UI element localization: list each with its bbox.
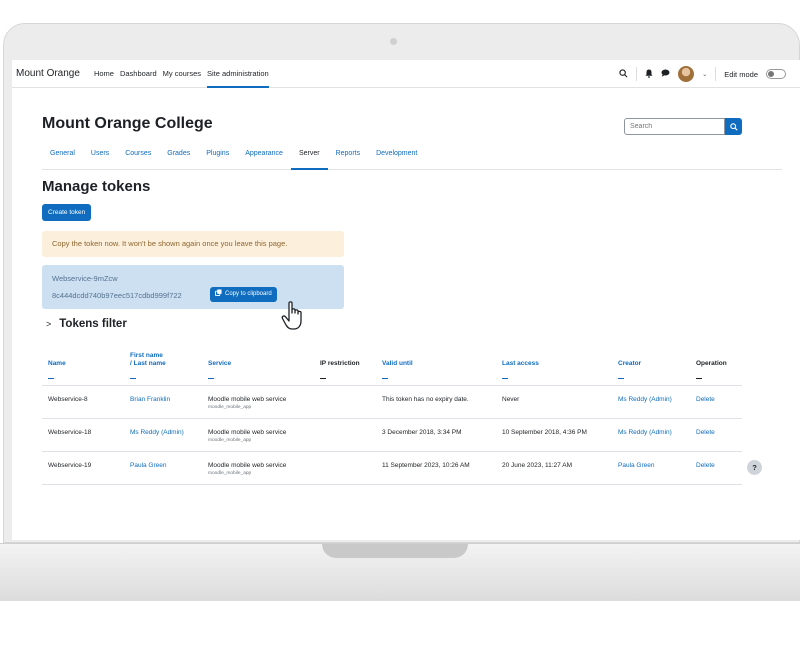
edit-mode-label: Edit mode [724,69,758,79]
sort-indicator [130,378,136,379]
sort-indicator [502,378,508,379]
sort-indicator [696,378,702,379]
copy-button-label: Copy to clipboard [225,291,272,297]
nav-site-administration[interactable]: Site administration [207,60,269,88]
copy-icon [215,287,222,302]
token-name: Webservice-9mZcw [52,274,118,283]
navbar-divider [636,67,638,81]
sort-indicator [320,378,326,379]
tokens-filter-heading: Tokens filter [59,318,127,330]
user-avatar[interactable] [678,66,695,82]
header-last-access[interactable]: Last access [502,360,539,368]
create-token-button[interactable]: Create token [42,204,92,221]
header-creator[interactable]: Creator [618,360,641,368]
laptop-notch [322,544,468,558]
last-access-cell: Never [502,396,520,403]
site-title: Mount Orange College [42,115,213,132]
chat-icon[interactable] [661,69,670,79]
creator-link[interactable]: Ms Reddy (Admin) [618,429,672,436]
token-warning-alert: Copy the token now. It won't be shown ag… [42,231,344,257]
service-shortname: moodle_mobile_app [208,438,252,443]
chevron-down-icon[interactable]: ⌄ [702,71,707,78]
header-last-name: / Last name [130,360,166,367]
table-row: Webservice-18 Ms Reddy (Admin) Moodle mo… [42,419,742,452]
header-first-name: First name [130,352,163,359]
user-link[interactable]: Paula Green [130,462,167,469]
creator-link[interactable]: Paula Green [618,462,655,469]
tab-development[interactable]: Development [368,144,425,170]
header-service[interactable]: Service [208,360,231,368]
search-input[interactable] [624,118,725,135]
page-title: Manage tokens [42,178,151,195]
user-link[interactable]: Brian Franklin [130,396,170,403]
service-name: Moodle mobile web service [208,462,287,469]
help-button[interactable]: ? [747,460,762,475]
edit-mode-toggle[interactable] [766,69,786,79]
table-row: Webservice-8 Brian Franklin Moodle mobil… [42,386,742,419]
sort-indicator [208,378,214,379]
sort-indicator [618,378,624,379]
token-name-cell: Webservice-8 [48,396,88,403]
tab-grades[interactable]: Grades [159,144,198,170]
nav-home[interactable]: Home [94,60,114,88]
delete-link[interactable]: Delete [696,462,715,469]
navbar-right: ⌄ Edit mode [619,60,786,88]
header-operation: Operation [696,360,727,367]
tab-plugins[interactable]: Plugins [198,144,237,170]
service-name: Moodle mobile web service [208,396,287,403]
course-search [624,118,742,135]
admin-tabs: General Users Courses Grades Plugins App… [42,144,782,170]
camera-dot [390,38,397,45]
sort-indicator [382,378,388,379]
chevron-right-icon: > [46,319,52,329]
token-name-cell: Webservice-18 [48,429,92,436]
service-cell: Moodle mobile web service moodle_mobile_… [208,462,286,476]
last-access-cell: 10 September 2018, 4:36 PM [502,429,587,436]
service-cell: Moodle mobile web service moodle_mobile_… [208,429,286,443]
nav-dashboard[interactable]: Dashboard [120,60,157,88]
search-button[interactable] [725,118,742,135]
nav-my-courses[interactable]: My courses [163,60,201,88]
header-name[interactable]: Name [48,360,66,368]
delete-link[interactable]: Delete [696,396,715,403]
top-navbar: Mount Orange Home Dashboard My courses S… [12,60,800,88]
navbar-divider [715,67,717,81]
header-ip-restriction: IP restriction [320,360,360,367]
valid-until-cell: This token has no expiry date. [382,396,469,403]
hand-pointer-icon [281,301,302,330]
brand-name[interactable]: Mount Orange [16,68,80,79]
table-header: Name First name / Last name Service IP r… [42,350,742,386]
header-first-last-name[interactable]: First name / Last name [130,352,166,368]
table-row: Webservice-19 Paula Green Moodle mobile … [42,452,742,485]
tab-server[interactable]: Server [290,144,328,170]
tab-general[interactable]: General [42,144,83,170]
service-shortname: moodle_mobile_app [208,471,252,476]
laptop-base [0,543,800,601]
tokens-table: Name First name / Last name Service IP r… [42,350,742,485]
search-icon[interactable] [619,68,628,80]
delete-link[interactable]: Delete [696,429,715,436]
creator-link[interactable]: Ms Reddy (Admin) [618,396,672,403]
service-cell: Moodle mobile web service moodle_mobile_… [208,396,286,410]
tab-reports[interactable]: Reports [328,144,369,170]
valid-until-cell: 3 December 2018, 3:34 PM [382,429,462,436]
laptop-screen: Mount Orange Home Dashboard My courses S… [12,60,800,540]
tokens-filter-toggle[interactable]: > Tokens filter [46,318,127,330]
service-shortname: moodle_mobile_app [208,405,252,410]
tab-courses[interactable]: Courses [117,144,159,170]
tab-appearance[interactable]: Appearance [237,144,291,170]
token-name-cell: Webservice-19 [48,462,92,469]
sort-indicator [48,378,54,379]
valid-until-cell: 11 September 2023, 10:26 AM [382,462,470,469]
last-access-cell: 20 June 2023, 11:27 AM [502,462,572,469]
token-value: 8c444dcdd740b97eec517cdbd999f722 [52,291,182,300]
service-name: Moodle mobile web service [208,429,287,436]
bell-icon[interactable] [645,69,653,80]
header-valid-until[interactable]: Valid until [382,360,413,368]
copy-to-clipboard-button[interactable]: Copy to clipboard [210,287,277,302]
user-link[interactable]: Ms Reddy (Admin) [130,429,184,436]
tab-users[interactable]: Users [83,144,117,170]
